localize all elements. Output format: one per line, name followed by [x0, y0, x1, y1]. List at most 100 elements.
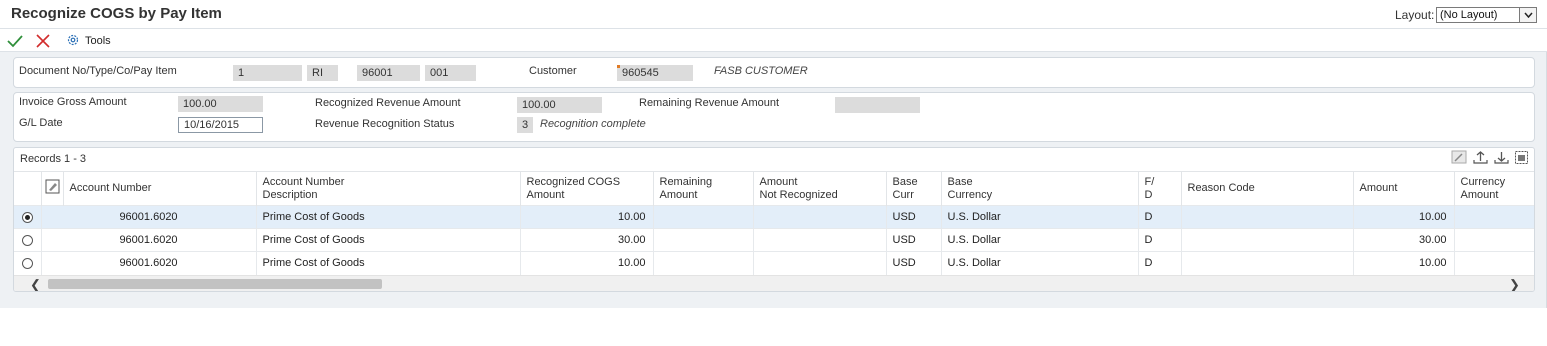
- description-cell: Prime Cost of Goods: [256, 228, 521, 252]
- tools-button[interactable]: Tools: [66, 32, 111, 50]
- column-header-base-currency[interactable]: Base Currency: [941, 171, 1139, 206]
- fd-cell: D: [1138, 251, 1182, 275]
- remaining-revenue-field: [835, 97, 920, 113]
- column-header-recognized-cogs[interactable]: Recognized COGS Amount: [520, 171, 654, 206]
- remaining-revenue-label: Remaining Revenue Amount: [639, 97, 780, 109]
- currency-amount-cell: [1454, 205, 1534, 229]
- base-curr-cell: USD: [886, 205, 942, 229]
- grid-panel: Records 1 - 3 Account Number Account Num…: [13, 147, 1535, 292]
- row-select-cell[interactable]: [14, 228, 42, 252]
- base-currency-cell: U.S. Dollar: [941, 251, 1139, 275]
- customer-label: Customer: [529, 65, 577, 77]
- not-recognized-cell: [753, 251, 887, 275]
- grid-toolbar: [1451, 150, 1531, 165]
- column-header-account-description[interactable]: Account Number Description: [256, 171, 521, 206]
- row-select-cell[interactable]: [14, 251, 42, 275]
- doc-no-field: 1: [233, 65, 302, 81]
- description-cell: Prime Cost of Goods: [256, 205, 521, 229]
- column-header-account-number[interactable]: Account Number: [63, 171, 257, 206]
- gl-date-label: G/L Date: [19, 117, 63, 129]
- base-currency-cell: U.S. Dollar: [941, 205, 1139, 229]
- table-header-row: Account Number Account Number Description…: [14, 171, 1534, 206]
- amount-cell: 10.00: [1353, 251, 1455, 275]
- customer-name: FASB CUSTOMER: [714, 65, 808, 77]
- base-curr-cell: USD: [886, 228, 942, 252]
- remaining-amount-cell: [653, 205, 754, 229]
- table-row[interactable]: 96001.6020 Prime Cost of Goods 10.00 USD…: [14, 251, 1534, 275]
- chevron-right-icon[interactable]: ❯: [1509, 277, 1520, 291]
- column-header-fd[interactable]: F/D: [1138, 171, 1182, 206]
- reason-code-cell: [1181, 228, 1354, 252]
- layout-select[interactable]: (No Layout): [1436, 7, 1537, 23]
- account-number-cell: 96001.6020: [41, 251, 257, 275]
- remaining-amount-cell: [653, 251, 754, 275]
- description-cell: Prime Cost of Goods: [256, 251, 521, 275]
- gear-icon: [66, 33, 80, 50]
- currency-amount-cell: [1454, 251, 1534, 275]
- summary-panel: Invoice Gross Amount 100.00 Recognized R…: [13, 92, 1535, 142]
- edit-icon[interactable]: [1451, 150, 1468, 165]
- customer-number-value: 960545: [622, 67, 659, 79]
- upload-icon[interactable]: [1472, 150, 1489, 165]
- grid-settings-icon[interactable]: [1514, 150, 1531, 165]
- document-header-panel: Document No/Type/Co/Pay Item 1 RI 96001 …: [13, 57, 1535, 88]
- reason-code-cell: [1181, 251, 1354, 275]
- horizontal-scrollbar[interactable]: ❮ ❯: [14, 275, 1534, 291]
- tools-label: Tools: [85, 35, 111, 47]
- recognized-cogs-cell: 10.00: [520, 205, 654, 229]
- select-column-header: [14, 171, 42, 206]
- pay-item-field: 001: [425, 65, 476, 81]
- column-header-reason-code[interactable]: Reason Code: [1181, 171, 1354, 206]
- row-select-cell[interactable]: [14, 205, 42, 229]
- recognition-status-label: Revenue Recognition Status: [315, 118, 455, 130]
- row-radio[interactable]: [21, 211, 33, 223]
- column-header-amount[interactable]: Amount: [1353, 171, 1455, 206]
- recognition-status-description: Recognition complete: [540, 118, 646, 130]
- not-recognized-cell: [753, 228, 887, 252]
- records-table: Account Number Account Number Description…: [14, 171, 1534, 275]
- account-number-cell: 96001.6020: [41, 205, 257, 229]
- row-radio[interactable]: [21, 257, 33, 269]
- close-icon[interactable]: [34, 32, 52, 50]
- column-header-currency-amount[interactable]: Currency Amount: [1454, 171, 1534, 206]
- gross-amount-label: Invoice Gross Amount: [19, 96, 127, 108]
- gl-date-input[interactable]: 10/16/2015: [178, 117, 263, 133]
- row-edit-column-header: [41, 171, 64, 206]
- recognition-status-code: 3: [517, 117, 533, 133]
- layout-select-value: (No Layout): [1440, 9, 1498, 21]
- base-curr-cell: USD: [886, 251, 942, 275]
- download-icon[interactable]: [1493, 150, 1510, 165]
- doc-type-field: RI: [307, 65, 338, 81]
- row-edit-icon[interactable]: [45, 179, 60, 197]
- checkmark-icon[interactable]: [6, 32, 24, 50]
- app-window: Recognize COGS by Pay Item Layout: (No L…: [0, 0, 1547, 308]
- column-header-amount-not-recognized[interactable]: Amount Not Recognized: [753, 171, 887, 206]
- customer-number-field: 960545: [617, 65, 693, 81]
- records-count: Records 1 - 3: [20, 153, 87, 165]
- currency-amount-cell: [1454, 228, 1534, 252]
- account-number-cell: 96001.6020: [41, 228, 257, 252]
- recognized-cogs-cell: 10.00: [520, 251, 654, 275]
- column-header-base-curr[interactable]: Base Curr: [886, 171, 942, 206]
- row-radio[interactable]: [21, 234, 33, 246]
- required-marker: [617, 65, 620, 68]
- table-row[interactable]: 96001.6020 Prime Cost of Goods 30.00 USD…: [14, 228, 1534, 252]
- fd-cell: D: [1138, 205, 1182, 229]
- chevron-down-icon[interactable]: [1519, 8, 1536, 22]
- reason-code-cell: [1181, 205, 1354, 229]
- doc-company-field: 96001: [357, 65, 420, 81]
- amount-cell: 30.00: [1353, 228, 1455, 252]
- toolbar: Tools: [0, 29, 1547, 52]
- recognized-revenue-label: Recognized Revenue Amount: [315, 97, 461, 109]
- scrollbar-thumb[interactable]: [48, 279, 382, 289]
- recognized-cogs-cell: 30.00: [520, 228, 654, 252]
- layout-label: Layout:: [1395, 8, 1435, 22]
- title-bar: Recognize COGS by Pay Item Layout: (No L…: [0, 0, 1547, 29]
- chevron-left-icon[interactable]: ❮: [30, 277, 41, 291]
- amount-cell: 10.00: [1353, 205, 1455, 229]
- column-header-remaining-amount[interactable]: Remaining Amount: [653, 171, 754, 206]
- document-label: Document No/Type/Co/Pay Item: [19, 65, 177, 77]
- recognized-revenue-field: 100.00: [517, 97, 602, 113]
- page-title: Recognize COGS by Pay Item: [11, 5, 222, 22]
- table-row[interactable]: 96001.6020 Prime Cost of Goods 10.00 USD…: [14, 205, 1534, 229]
